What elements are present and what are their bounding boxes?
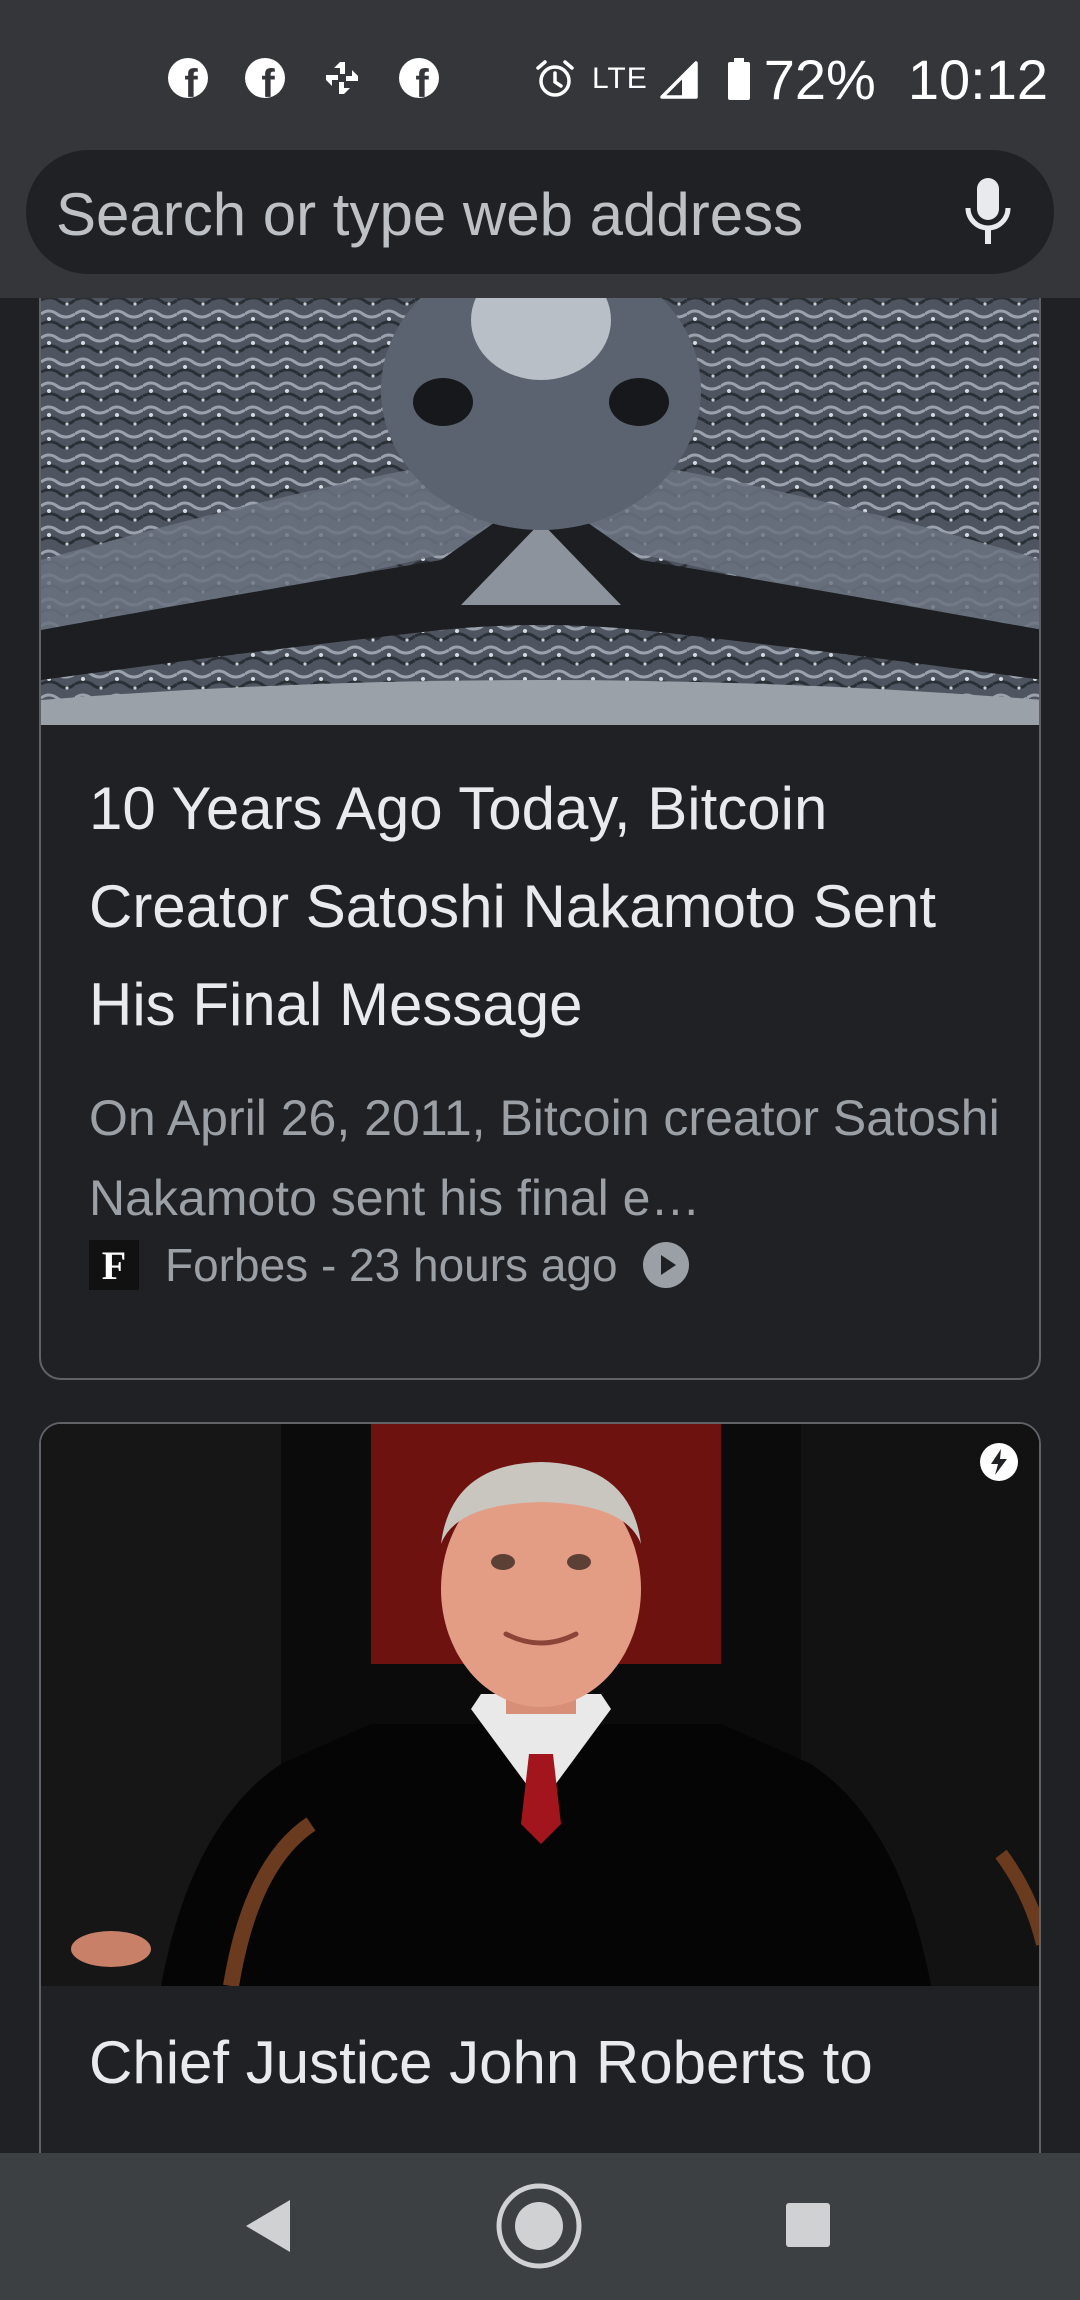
- facebook-icon: f: [399, 58, 439, 98]
- article-meta: F Forbes - 23 hours ago: [89, 1235, 690, 1295]
- bitcoin-art-image: [41, 298, 1039, 725]
- clock: 10:12: [907, 47, 1048, 111]
- article-title[interactable]: Chief Justice John Roberts to: [89, 2014, 1009, 2112]
- signal-icon: [660, 61, 698, 99]
- browser-toolbar: Search or type web address: [0, 150, 1080, 298]
- article-title[interactable]: 10 Years Ago Today, Bitcoin Creator Sato…: [89, 760, 1009, 1054]
- microphone-icon[interactable]: [962, 176, 1014, 248]
- search-input-placeholder[interactable]: Search or type web address: [56, 180, 803, 249]
- system-nav-bar: [0, 2153, 1080, 2300]
- facebook-icon: f: [245, 58, 285, 98]
- article-snippet: On April 26, 2011, Bitcoin creator Satos…: [89, 1090, 1000, 1226]
- network-type: LTE: [591, 62, 648, 95]
- article-image[interactable]: [41, 298, 1039, 725]
- battery-icon: [727, 58, 750, 100]
- discover-feed[interactable]: 10 Years Ago Today, Bitcoin Creator Sato…: [0, 298, 1080, 2153]
- system-status: LTE 72% 10:12: [534, 44, 1048, 114]
- home-circle-icon[interactable]: [494, 2181, 584, 2271]
- browser-screen: f f f LTE 72% 10:12 Search or type web a…: [0, 0, 1080, 2300]
- notification-icons: f f f: [168, 58, 439, 98]
- alarm-clock-icon: [536, 60, 574, 97]
- back-triangle-icon[interactable]: [244, 2198, 292, 2254]
- omnibox[interactable]: Search or type web address: [26, 150, 1054, 274]
- forbes-logo-icon: F: [89, 1240, 139, 1290]
- article-image[interactable]: [41, 1424, 1039, 1986]
- article-source-time: Forbes - 23 hours ago: [165, 1239, 618, 1291]
- recents-square-icon[interactable]: [784, 2201, 832, 2249]
- play-circle-icon[interactable]: [642, 1241, 690, 1289]
- pinwheel-icon: [326, 62, 358, 94]
- facebook-icon: f: [168, 58, 208, 98]
- status-bar: f f f LTE 72% 10:12: [0, 0, 1080, 150]
- article-card[interactable]: Chief Justice John Roberts to: [39, 1422, 1041, 2153]
- amp-lightning-icon: [980, 1443, 1018, 1481]
- battery-percentage: 72%: [763, 47, 876, 111]
- chief-justice-photo: [41, 1424, 1039, 1986]
- article-card[interactable]: 10 Years Ago Today, Bitcoin Creator Sato…: [39, 298, 1041, 1380]
